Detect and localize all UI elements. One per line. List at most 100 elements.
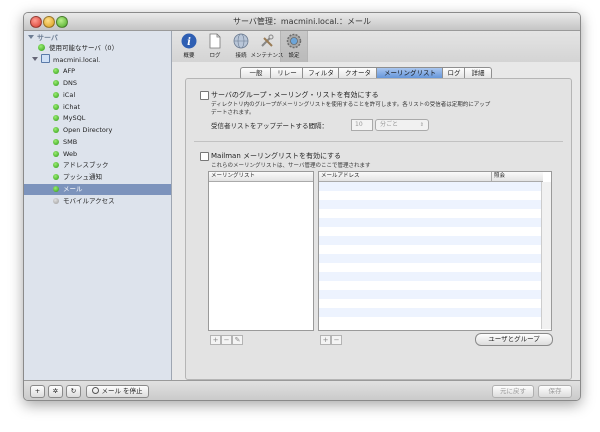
- server-admin-window: サーバ管理：macmini.local.：メール サーバ 使用可能なサーバ（0）…: [23, 12, 581, 401]
- bottom-bar: + ✲ ↻ メール を停止 元に戻す 保存: [24, 380, 580, 400]
- sidebar-item-mysql[interactable]: MySQL: [53, 113, 85, 124]
- sidebar-item-mobile-access[interactable]: モバイルアクセス: [53, 196, 115, 207]
- status-green-icon: [53, 186, 59, 192]
- email-address-table[interactable]: メールアドレス 照会: [318, 171, 552, 331]
- save-button[interactable]: 保存: [538, 385, 572, 398]
- sidebar-header-label: サーバ: [37, 34, 58, 42]
- settings-content: 一般 リレー フィルタ クオータ メーリングリスト ログ 詳細 サーバのグループ…: [172, 62, 580, 380]
- sidebar-item-label: DNS: [63, 79, 77, 87]
- tools-icon: [261, 34, 274, 47]
- sidebar-item-push-notification[interactable]: プッシュ通知: [53, 172, 102, 183]
- table-row[interactable]: [319, 290, 541, 299]
- sidebar-item-ichat[interactable]: iChat: [53, 102, 80, 113]
- add-address-button[interactable]: +: [320, 335, 331, 345]
- sidebar-item-label: モバイルアクセス: [63, 197, 115, 205]
- table-row[interactable]: [319, 236, 541, 245]
- status-green-icon: [53, 115, 59, 121]
- email-address-column-header[interactable]: メールアドレス: [319, 172, 492, 182]
- sidebar-item-label: SMB: [63, 138, 78, 146]
- disclosure-triangle-icon[interactable]: [32, 57, 38, 61]
- sidebar-item-address-book[interactable]: アドレスブック: [53, 160, 109, 171]
- table-row[interactable]: [319, 182, 541, 191]
- refresh-button[interactable]: ↻: [66, 385, 81, 398]
- table-row[interactable]: [319, 272, 541, 281]
- interval-unit-popup[interactable]: 分ごと ⇕: [375, 119, 429, 131]
- sidebar-item-host[interactable]: macmini.local.: [32, 54, 100, 65]
- status-green-icon: [53, 151, 59, 157]
- remove-list-button[interactable]: −: [221, 335, 232, 345]
- group-lists-checkbox[interactable]: [200, 91, 209, 100]
- group-lists-description-2: デートされます。: [211, 110, 255, 116]
- users-groups-button[interactable]: ユーザとグループ: [475, 333, 553, 346]
- status-green-icon: [53, 139, 59, 145]
- table-scrollbar[interactable]: [541, 182, 551, 329]
- sidebar-item-label: Web: [63, 150, 78, 158]
- update-interval-field[interactable]: 10: [351, 119, 373, 131]
- title-bar: サーバ管理：macmini.local.：メール: [24, 13, 580, 31]
- document-icon: [209, 33, 221, 49]
- table-row[interactable]: [319, 254, 541, 263]
- sidebar-item-smb[interactable]: SMB: [53, 137, 77, 148]
- section-separator: [194, 141, 563, 142]
- sidebar-item-open-directory[interactable]: Open Directory: [53, 125, 112, 136]
- status-green-icon: [53, 92, 59, 98]
- toolbar-settings[interactable]: 設定: [280, 31, 308, 62]
- add-list-button[interactable]: +: [210, 335, 221, 345]
- table-row[interactable]: [319, 308, 541, 317]
- revert-button[interactable]: 元に戻す: [492, 385, 534, 398]
- power-icon: [92, 387, 100, 394]
- sidebar-item-label: iChat: [63, 103, 80, 111]
- status-green-icon: [53, 162, 59, 168]
- status-green-icon: [53, 174, 59, 180]
- mailing-list-column-header[interactable]: メーリングリスト: [209, 172, 313, 182]
- moderator-column-header[interactable]: 照会: [492, 172, 543, 182]
- sidebar-header[interactable]: サーバ: [28, 33, 58, 43]
- server-group-icon: [38, 44, 45, 51]
- sidebar-item-dns[interactable]: DNS: [53, 78, 77, 89]
- sidebar-item-mail[interactable]: メール: [24, 184, 171, 195]
- remove-address-button[interactable]: −: [331, 335, 342, 345]
- gear-icon: [286, 33, 302, 49]
- mailman-description: これらのメーリングリストは、サーバ管理のここで管理されます: [211, 163, 371, 169]
- server-computer-icon: [41, 54, 50, 63]
- mailing-list-table[interactable]: メーリングリスト: [208, 171, 314, 331]
- sidebar-item-label: プッシュ通知: [63, 173, 102, 181]
- mailman-checkbox[interactable]: [200, 152, 209, 161]
- sidebar-item-web[interactable]: Web: [53, 149, 77, 160]
- popup-arrows-icon: ⇕: [419, 122, 424, 128]
- disclosure-triangle-icon[interactable]: [28, 35, 34, 39]
- window-title: サーバ管理：macmini.local.：メール: [232, 17, 372, 26]
- service-toolbar: i 概要 ログ 接続 メンテナンス 設定: [172, 31, 580, 62]
- sidebar-item-label: macmini.local.: [53, 56, 101, 64]
- group-lists-description-1: ディレクトリ内のグループがメーリングリストを使用することを許可します。各リストの…: [211, 102, 491, 108]
- sidebar-item-ical[interactable]: iCal: [53, 90, 75, 101]
- sidebar-item-label: アドレスブック: [63, 161, 109, 169]
- add-server-button[interactable]: +: [30, 385, 45, 398]
- mailing-list-panel: サーバのグループ・メーリング・リストを有効にする ディレクトリ内のグループがメー…: [185, 78, 572, 380]
- sidebar: サーバ 使用可能なサーバ（0） macmini.local. AFP DNS i…: [24, 31, 172, 380]
- stop-mail-label: メール を停止: [101, 387, 143, 395]
- table-row[interactable]: [319, 200, 541, 209]
- gear-menu-button[interactable]: ✲: [48, 385, 63, 398]
- sidebar-item-label: iCal: [63, 91, 76, 99]
- sidebar-item-label: MySQL: [63, 114, 86, 122]
- mailman-label: Mailman メーリングリストを有効にする: [211, 152, 342, 160]
- info-icon: i: [181, 33, 197, 49]
- svg-text:i: i: [187, 37, 191, 48]
- status-gray-icon: [53, 198, 59, 204]
- toolbar-label: 設定: [288, 53, 300, 59]
- interval-unit-value: 分ごと: [380, 121, 399, 128]
- sidebar-item-label: 使用可能なサーバ（0）: [49, 44, 119, 52]
- group-lists-label: サーバのグループ・メーリング・リストを有効にする: [211, 91, 379, 99]
- globe-icon: [233, 33, 249, 49]
- status-green-icon: [53, 127, 59, 133]
- status-green-icon: [53, 68, 59, 74]
- sidebar-item-available-servers[interactable]: 使用可能なサーバ（0）: [38, 43, 118, 54]
- sidebar-item-afp[interactable]: AFP: [53, 66, 75, 77]
- sidebar-item-label: Open Directory: [63, 126, 113, 134]
- stop-mail-button[interactable]: メール を停止: [86, 385, 149, 398]
- status-green-icon: [53, 80, 59, 86]
- table-row[interactable]: [319, 218, 541, 227]
- edit-list-button[interactable]: ✎: [232, 335, 243, 345]
- status-green-icon: [53, 104, 59, 110]
